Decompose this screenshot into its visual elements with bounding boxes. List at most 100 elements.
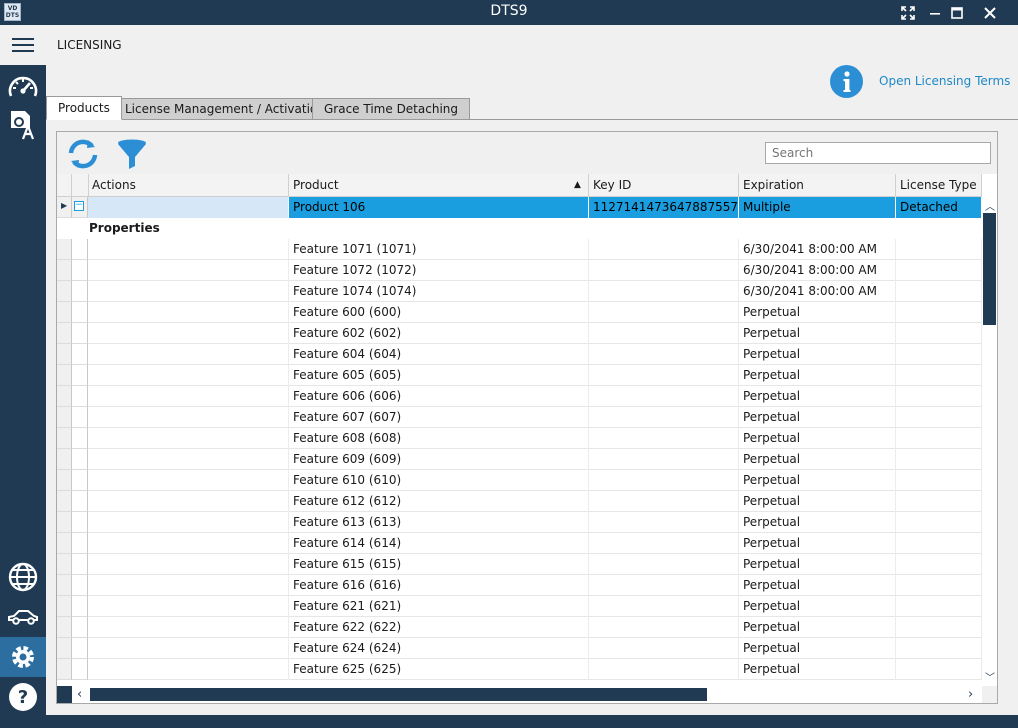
feature-product-cell: Feature 605 (605) [289, 365, 589, 386]
current-row-arrow-icon: ▶ [61, 201, 68, 210]
row-selector[interactable] [57, 638, 72, 659]
feature-row[interactable]: Feature 625 (625) Perpetual [88, 659, 982, 680]
feature-row[interactable]: Feature 606 (606) Perpetual [88, 386, 982, 407]
horizontal-scrollbar[interactable]: ‹ › [57, 686, 982, 703]
row-selector[interactable] [57, 449, 72, 470]
scroll-up-icon[interactable]: ︿ [985, 198, 995, 213]
feature-row[interactable]: Feature 610 (610) Perpetual [88, 470, 982, 491]
sidebar: ? [0, 25, 46, 715]
row-indent [72, 554, 88, 575]
row-selector[interactable] [57, 428, 72, 449]
key-id-cell [589, 617, 739, 638]
refresh-icon[interactable] [66, 137, 100, 171]
scroll-left-icon[interactable]: ‹ [77, 687, 82, 702]
close-button[interactable] [978, 0, 1002, 25]
expiration-cell: Perpetual [739, 428, 896, 449]
row-selector[interactable] [57, 470, 72, 491]
scroll-down-icon[interactable]: ﹀ [985, 669, 995, 684]
actions-cell [88, 554, 289, 575]
feature-row[interactable]: Feature 624 (624) Perpetual [88, 638, 982, 659]
expiration-cell: Perpetual [739, 386, 896, 407]
minimize-button[interactable] [923, 0, 947, 25]
row-selector[interactable] [57, 386, 72, 407]
row-selector[interactable] [57, 365, 72, 386]
feature-row[interactable]: Feature 622 (622) Perpetual [88, 617, 982, 638]
column-header-key-id[interactable]: Key ID [589, 174, 739, 197]
row-selector[interactable] [57, 596, 72, 617]
tab-label: Products [58, 101, 110, 115]
vertical-scroll-thumb[interactable] [983, 213, 996, 325]
scroll-right-icon[interactable]: › [968, 687, 973, 702]
column-header-expiration[interactable]: Expiration [739, 174, 896, 197]
expiration-cell: Perpetual [739, 449, 896, 470]
feature-row[interactable]: Feature 613 (613) Perpetual [88, 512, 982, 533]
maximize-button[interactable] [945, 0, 969, 25]
column-header-product[interactable]: Product ▲ [289, 174, 589, 197]
tab-license-management[interactable]: License Management / Activation [113, 98, 337, 120]
translate-doc-icon[interactable] [0, 105, 46, 145]
row-selector[interactable] [57, 281, 72, 302]
row-selector[interactable]: ▶ [57, 197, 72, 218]
horizontal-scroll-thumb[interactable] [90, 688, 707, 701]
feature-row[interactable]: Feature 609 (609) Perpetual [88, 449, 982, 470]
feature-product-cell: Feature 608 (608) [289, 428, 589, 449]
feature-row[interactable]: Feature 621 (621) Perpetual [88, 596, 982, 617]
row-selector[interactable] [57, 260, 72, 281]
row-selector[interactable] [57, 344, 72, 365]
feature-row[interactable]: Feature 602 (602) Perpetual [88, 323, 982, 344]
row-selector[interactable] [57, 554, 72, 575]
column-header-actions[interactable]: Actions [88, 174, 289, 197]
feature-product-cell: Feature 613 (613) [289, 512, 589, 533]
vertical-scrollbar[interactable]: ︿ ﹀ [982, 197, 997, 686]
tab-grace-time-detaching[interactable]: Grace Time Detaching [312, 98, 471, 120]
settings-gear-icon[interactable] [0, 637, 46, 677]
tab-products[interactable]: Products [46, 96, 122, 120]
feature-product-cell: Feature 1074 (1074) [289, 281, 589, 302]
key-id-cell [589, 449, 739, 470]
row-selector[interactable] [57, 239, 72, 260]
row-selector[interactable] [57, 323, 72, 344]
row-selector[interactable] [57, 491, 72, 512]
menu-icon[interactable] [0, 25, 46, 65]
column-header-license-type[interactable]: License Type [896, 174, 982, 197]
expiration-cell: Perpetual [739, 491, 896, 512]
row-selector[interactable] [57, 575, 72, 596]
feature-row[interactable]: Feature 1072 (1072) 6/30/2041 8:00:00 AM [88, 260, 982, 281]
feature-row[interactable]: Feature 612 (612) Perpetual [88, 491, 982, 512]
car-icon[interactable] [0, 597, 46, 637]
row-selector[interactable] [57, 512, 72, 533]
feature-row[interactable]: Feature 1071 (1071) 6/30/2041 8:00:00 AM [88, 239, 982, 260]
open-licensing-terms-link[interactable]: Open Licensing Terms [879, 74, 1010, 88]
feature-row[interactable]: Feature 614 (614) Perpetual [88, 533, 982, 554]
row-selector[interactable] [57, 533, 72, 554]
row-selector[interactable] [57, 659, 72, 680]
globe-icon[interactable] [0, 557, 46, 597]
key-id-cell [589, 533, 739, 554]
actions-cell [88, 491, 289, 512]
row-selector[interactable] [57, 302, 72, 323]
filter-icon[interactable] [116, 138, 148, 172]
expand-toggle[interactable]: − [72, 197, 88, 218]
feature-row[interactable]: Feature 605 (605) Perpetual [88, 365, 982, 386]
search-input[interactable] [765, 142, 991, 164]
dashboard-gauge-icon[interactable] [0, 67, 46, 107]
expiration-cell: Perpetual [739, 596, 896, 617]
feature-row[interactable]: Feature 600 (600) Perpetual [88, 302, 982, 323]
feature-row[interactable]: Feature 616 (616) Perpetual [88, 575, 982, 596]
feature-row[interactable]: Feature 615 (615) Perpetual [88, 554, 982, 575]
fullscreen-icon[interactable] [896, 0, 920, 25]
feature-row[interactable]: Feature 604 (604) Perpetual [88, 344, 982, 365]
feature-product-cell: Feature 610 (610) [289, 470, 589, 491]
feature-row[interactable]: Feature 1074 (1074) 6/30/2041 8:00:00 AM [88, 281, 982, 302]
product-row[interactable]: Product 106 1127141473647887557 Multiple… [88, 197, 982, 218]
feature-row[interactable]: Feature 608 (608) Perpetual [88, 428, 982, 449]
row-selector[interactable] [57, 407, 72, 428]
help-icon[interactable]: ? [0, 677, 46, 717]
row-selector[interactable] [57, 617, 72, 638]
license-type-cell [896, 575, 982, 596]
feature-row[interactable]: Feature 607 (607) Perpetual [88, 407, 982, 428]
actions-cell[interactable] [88, 197, 289, 218]
info-icon[interactable] [830, 65, 863, 98]
expiration-cell: Perpetual [739, 407, 896, 428]
license-type-cell [896, 344, 982, 365]
